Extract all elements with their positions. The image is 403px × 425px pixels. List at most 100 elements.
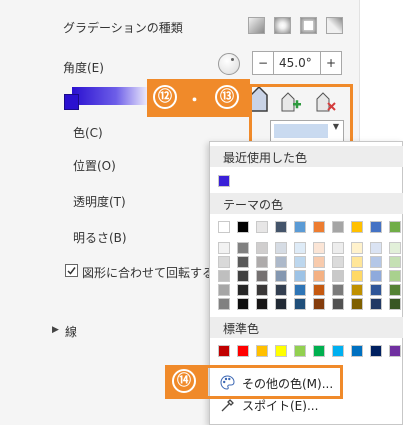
theme-shade-swatch[interactable]	[237, 242, 249, 254]
theme-shade-swatch[interactable]	[332, 256, 344, 268]
theme-shade-swatch[interactable]	[294, 298, 306, 310]
standard-color-swatch[interactable]	[294, 345, 306, 357]
angle-increase-button[interactable]: +	[320, 51, 342, 75]
angle-dial[interactable]	[218, 53, 240, 75]
theme-shade-swatch[interactable]	[218, 298, 230, 310]
theme-shade-swatch[interactable]	[351, 242, 363, 254]
theme-shade-swatch[interactable]	[275, 270, 287, 282]
theme-shade-swatch[interactable]	[275, 284, 287, 296]
standard-color-swatch[interactable]	[256, 345, 268, 357]
theme-shade-swatch[interactable]	[389, 284, 401, 296]
plus-glyph: +	[325, 56, 337, 70]
theme-shade-swatch[interactable]	[237, 270, 249, 282]
theme-colors-header: テーマの色	[210, 193, 403, 214]
theme-shade-swatch[interactable]	[370, 298, 382, 310]
minus-glyph: −	[257, 56, 269, 70]
theme-color-swatch[interactable]	[389, 221, 401, 233]
theme-shade-swatch[interactable]	[256, 298, 268, 310]
standard-color-swatch[interactable]	[313, 345, 325, 357]
theme-shade-swatch[interactable]	[351, 256, 363, 268]
theme-color-swatch[interactable]	[370, 221, 382, 233]
theme-color-swatch[interactable]	[332, 221, 344, 233]
theme-shade-swatch[interactable]	[256, 256, 268, 268]
angle-decrease-button[interactable]: −	[252, 51, 274, 75]
stop-color-dropdown[interactable]: ▼	[270, 120, 344, 142]
theme-shade-swatch[interactable]	[294, 284, 306, 296]
theme-shade-swatch[interactable]	[256, 242, 268, 254]
theme-shade-swatch[interactable]	[294, 242, 306, 254]
theme-shade-swatch[interactable]	[237, 256, 249, 268]
angle-input[interactable]: 45.0°	[273, 51, 321, 75]
gradient-type-radial-icon[interactable]	[274, 17, 291, 34]
step-badge-12-13: ⑫ ・ ⑬	[147, 79, 250, 117]
theme-shade-swatch[interactable]	[313, 284, 325, 296]
gradient-bar[interactable]	[72, 87, 152, 105]
add-gradient-stop-button[interactable]	[279, 89, 305, 115]
theme-shade-swatch[interactable]	[256, 270, 268, 282]
theme-shade-swatch[interactable]	[313, 270, 325, 282]
theme-shade-swatch[interactable]	[389, 270, 401, 282]
theme-shade-swatch[interactable]	[332, 242, 344, 254]
theme-shade-swatch[interactable]	[294, 256, 306, 268]
recent-colors-header: 最近使用した色	[210, 146, 403, 167]
theme-shade-swatch[interactable]	[237, 284, 249, 296]
theme-shade-swatch[interactable]	[332, 298, 344, 310]
standard-color-swatch[interactable]	[351, 345, 363, 357]
theme-shade-swatch[interactable]	[351, 284, 363, 296]
standard-color-swatch[interactable]	[237, 345, 249, 357]
theme-shade-swatch[interactable]	[389, 242, 401, 254]
theme-shade-swatch[interactable]	[275, 242, 287, 254]
theme-shade-swatch[interactable]	[275, 298, 287, 310]
line-section-label[interactable]: 線	[65, 323, 77, 340]
theme-shade-swatch[interactable]	[313, 256, 325, 268]
expand-chevron-icon[interactable]: ▶	[52, 325, 59, 335]
brightness-label: 明るさ(B)	[73, 231, 127, 245]
theme-color-swatch[interactable]	[237, 221, 249, 233]
theme-shade-swatch[interactable]	[389, 298, 401, 310]
chevron-down-icon: ▼	[332, 122, 339, 131]
theme-color-swatch[interactable]	[313, 221, 325, 233]
theme-shade-swatch[interactable]	[218, 256, 230, 268]
theme-shade-swatch[interactable]	[332, 284, 344, 296]
eyedropper-label: スポイト(E)...	[242, 399, 319, 413]
step-badge-14: ⑭	[165, 365, 205, 399]
theme-shade-swatch[interactable]	[370, 284, 382, 296]
theme-shade-swatch[interactable]	[389, 256, 401, 268]
theme-shade-swatch[interactable]	[294, 270, 306, 282]
theme-shade-swatch[interactable]	[313, 298, 325, 310]
theme-shade-swatch[interactable]	[351, 270, 363, 282]
theme-shade-swatch[interactable]	[313, 242, 325, 254]
gradient-type-path-icon[interactable]	[326, 17, 343, 34]
theme-shade-swatch[interactable]	[370, 256, 382, 268]
rotate-with-shape-checkbox[interactable]	[65, 264, 78, 277]
step-number-13: ⑬	[215, 85, 239, 109]
standard-color-swatch[interactable]	[275, 345, 287, 357]
gradient-type-rectangular-icon[interactable]	[300, 17, 317, 34]
theme-color-swatch[interactable]	[294, 221, 306, 233]
theme-shade-swatch[interactable]	[237, 298, 249, 310]
standard-color-swatch[interactable]	[389, 345, 401, 357]
theme-color-swatch[interactable]	[351, 221, 363, 233]
standard-color-swatch[interactable]	[218, 345, 230, 357]
gradient-stop-left[interactable]	[64, 94, 79, 110]
gradient-type-linear-icon[interactable]	[248, 17, 265, 34]
color-label: 色(C)	[73, 126, 103, 140]
theme-shade-swatch[interactable]	[275, 256, 287, 268]
theme-shade-swatch[interactable]	[351, 298, 363, 310]
theme-color-swatch[interactable]	[275, 221, 287, 233]
theme-shade-swatch[interactable]	[218, 270, 230, 282]
standard-color-swatch[interactable]	[370, 345, 382, 357]
standard-color-swatch[interactable]	[332, 345, 344, 357]
remove-gradient-stop-button[interactable]	[314, 89, 340, 115]
theme-shade-swatch[interactable]	[332, 270, 344, 282]
eyedropper-icon	[220, 398, 235, 413]
recent-color-swatch[interactable]	[218, 175, 230, 187]
theme-color-swatch[interactable]	[256, 221, 268, 233]
theme-shade-swatch[interactable]	[256, 284, 268, 296]
theme-shade-swatch[interactable]	[218, 242, 230, 254]
theme-color-swatch[interactable]	[218, 221, 230, 233]
step-number-12: ⑫	[153, 85, 177, 109]
theme-shade-swatch[interactable]	[370, 270, 382, 282]
theme-shade-swatch[interactable]	[370, 242, 382, 254]
theme-shade-swatch[interactable]	[218, 284, 230, 296]
